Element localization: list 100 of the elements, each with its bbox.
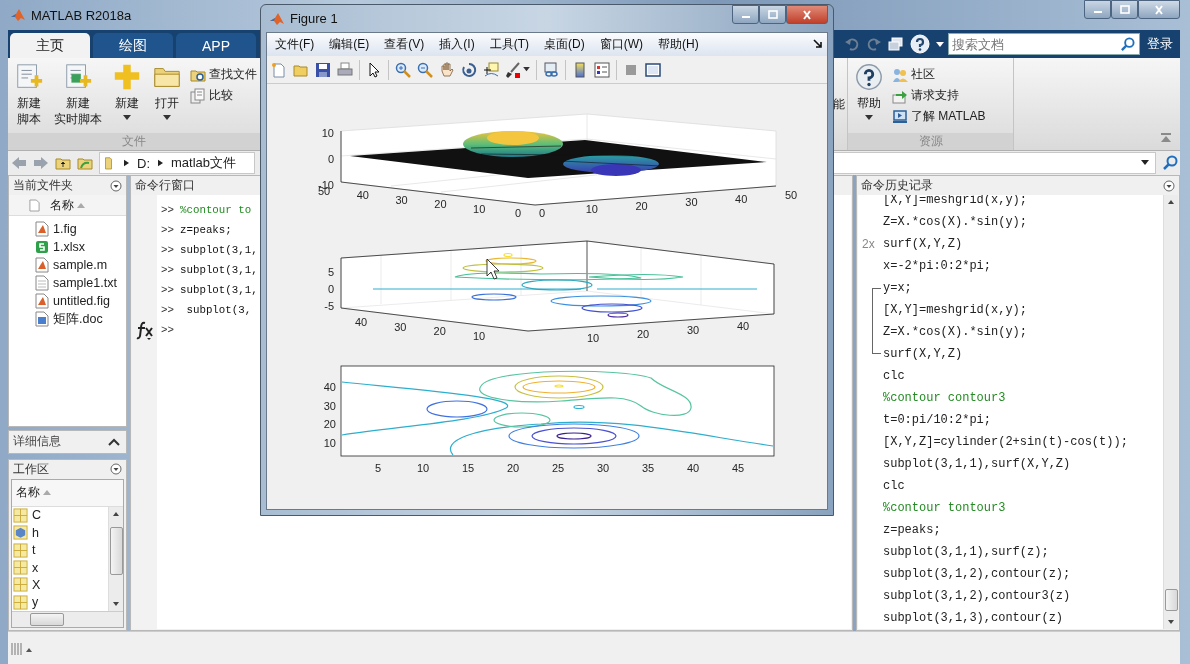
menu-item[interactable]: 帮助(H) bbox=[654, 35, 707, 53]
history-entry[interactable]: z=peaks; bbox=[883, 523, 941, 537]
ribbon-tab[interactable]: APP bbox=[176, 33, 256, 58]
history-entry[interactable]: subplot(3,1,2),contour3(z) bbox=[883, 589, 1071, 603]
scrollbar[interactable] bbox=[108, 506, 123, 611]
variable-name[interactable]: h bbox=[32, 525, 39, 540]
file-name[interactable]: sample1.txt bbox=[53, 276, 117, 290]
rotate-icon[interactable] bbox=[461, 61, 477, 78]
column-header[interactable]: 名称 bbox=[16, 484, 40, 502]
undo-icon[interactable] bbox=[844, 36, 860, 52]
history-entry[interactable]: Z=X.*cos(X).*sin(y); bbox=[883, 215, 1028, 229]
pointer-icon[interactable] bbox=[366, 61, 382, 78]
history-entry[interactable]: [X,Y,Z]=cylinder(2+sin(t)-cos(t)); bbox=[883, 435, 1128, 449]
close-button[interactable] bbox=[1138, 0, 1180, 19]
legend-icon[interactable] bbox=[594, 61, 610, 78]
ribbon-tab[interactable]: 绘图 bbox=[93, 33, 173, 58]
support-button[interactable]: 请求支持 bbox=[890, 87, 988, 104]
browse-folder-icon[interactable] bbox=[77, 155, 93, 171]
search-icon[interactable] bbox=[1162, 155, 1178, 171]
panel-menu-icon[interactable] bbox=[110, 463, 122, 476]
arrow-up-icon[interactable] bbox=[113, 511, 119, 516]
new-button[interactable]: 新建 bbox=[108, 62, 146, 133]
save-icon[interactable] bbox=[315, 61, 331, 78]
file-name[interactable]: untitled.fig bbox=[53, 294, 110, 308]
variable-name[interactable]: C bbox=[32, 508, 42, 523]
scroll-thumb[interactable] bbox=[109, 526, 123, 575]
scroll-thumb[interactable] bbox=[1164, 589, 1178, 611]
collapse-icon[interactable] bbox=[1160, 132, 1172, 144]
help-button[interactable]: 帮助 bbox=[850, 62, 888, 133]
history-entry[interactable]: clc bbox=[883, 369, 905, 383]
new-script-button[interactable]: 新建 脚本 bbox=[10, 62, 48, 133]
menu-item[interactable]: 工具(T) bbox=[485, 35, 537, 53]
new-live-script-button[interactable]: 新建 实时脚本 bbox=[50, 62, 106, 133]
history-entry[interactable]: subplot(3,1,2),contour(z); bbox=[883, 567, 1071, 581]
history-entry[interactable]: clc bbox=[883, 479, 905, 493]
data-cursor-icon[interactable] bbox=[483, 61, 499, 78]
history-entry[interactable]: surf(X,Y,Z) bbox=[883, 237, 963, 251]
up-folder-icon[interactable] bbox=[55, 155, 71, 171]
colorbar-icon[interactable] bbox=[572, 61, 588, 78]
scrollbar[interactable] bbox=[1163, 195, 1178, 629]
menu-item[interactable]: 编辑(E) bbox=[325, 35, 378, 53]
path-segment[interactable]: matlab文件 bbox=[171, 154, 237, 172]
variable-name[interactable]: x bbox=[32, 560, 39, 575]
file-name[interactable]: sample.m bbox=[53, 258, 108, 272]
variable-name[interactable]: y bbox=[32, 595, 39, 610]
file-name[interactable]: 矩阵.doc bbox=[53, 310, 103, 328]
help-icon[interactable] bbox=[910, 34, 930, 54]
zoom-in-icon[interactable] bbox=[395, 61, 411, 78]
login-button[interactable]: 登录 bbox=[1140, 35, 1180, 53]
function-icon[interactable] bbox=[136, 320, 154, 340]
windows-icon[interactable] bbox=[888, 36, 904, 52]
zoom-out-icon[interactable] bbox=[417, 61, 433, 78]
link-icon[interactable] bbox=[543, 61, 559, 78]
variable-name[interactable]: t bbox=[32, 543, 36, 558]
ribbon-label[interactable]: 能 bbox=[833, 95, 845, 113]
variable-name[interactable]: X bbox=[32, 577, 41, 592]
redo-icon[interactable] bbox=[866, 36, 882, 52]
panel-menu-icon[interactable] bbox=[1163, 179, 1175, 192]
details-bar[interactable]: 详细信息 bbox=[8, 429, 127, 454]
panel-menu-icon[interactable] bbox=[110, 179, 122, 192]
arrow-down-icon[interactable] bbox=[113, 602, 119, 606]
history-entry[interactable]: %contour tontour3 bbox=[883, 501, 1006, 515]
ribbon-tab[interactable]: 主页 bbox=[10, 33, 90, 58]
expand-icon[interactable] bbox=[108, 437, 120, 446]
history-entry[interactable]: [X,Y]=meshgrid(x,y); bbox=[883, 195, 1028, 207]
learn-button[interactable]: 了解 MATLAB bbox=[890, 108, 988, 125]
history-entry[interactable]: y=x; bbox=[883, 281, 912, 295]
column-header[interactable]: 名称 bbox=[50, 196, 74, 214]
menu-item[interactable]: 文件(F) bbox=[271, 35, 323, 53]
close-button[interactable] bbox=[786, 5, 828, 24]
menu-item[interactable]: 桌面(D) bbox=[540, 35, 593, 53]
caret-icon[interactable] bbox=[523, 67, 530, 72]
find-button[interactable]: 查找文件 bbox=[188, 66, 259, 83]
scrollbar[interactable] bbox=[12, 611, 123, 627]
file-name[interactable]: 1.xlsx bbox=[53, 240, 85, 254]
history-entry[interactable]: subplot(3,1,1),surf(z); bbox=[883, 545, 1049, 559]
file-name[interactable]: 1.fig bbox=[53, 222, 77, 236]
minimize-button[interactable] bbox=[1084, 0, 1111, 19]
history-entry[interactable]: [X,Y]=meshgrid(x,y); bbox=[883, 303, 1028, 317]
dock-arrow-icon[interactable] bbox=[813, 39, 823, 49]
path-segment[interactable]: D: bbox=[137, 155, 150, 171]
arrow-up-icon[interactable] bbox=[1168, 200, 1174, 204]
arrow-down-icon[interactable] bbox=[1168, 620, 1174, 624]
community-button[interactable]: 社区 bbox=[890, 66, 988, 83]
hand-icon[interactable] bbox=[439, 61, 455, 78]
minimize-button[interactable] bbox=[732, 5, 759, 24]
maximize-button[interactable] bbox=[1111, 0, 1138, 19]
grip-icon[interactable] bbox=[10, 640, 34, 658]
menu-item[interactable]: 窗口(W) bbox=[595, 35, 651, 53]
path-field[interactable]: D: matlab文件 bbox=[99, 152, 255, 174]
brush-icon[interactable] bbox=[505, 61, 521, 78]
history-entry[interactable]: t=0:pi/10:2*pi; bbox=[883, 413, 992, 427]
history-entry[interactable]: subplot(3,1,1),surf(X,Y,Z) bbox=[883, 457, 1071, 471]
history-entry[interactable]: subplot(3,1,3),contour(z) bbox=[883, 611, 1064, 625]
compare-button[interactable]: 比较 bbox=[188, 87, 259, 104]
maximize-button[interactable] bbox=[759, 5, 786, 24]
history-entry[interactable]: surf(X,Y,Z) bbox=[883, 347, 963, 361]
history-entry[interactable]: x=-2*pi:0:2*pi; bbox=[883, 259, 992, 273]
open-button[interactable]: 打开 bbox=[148, 62, 186, 133]
menu-item[interactable]: 查看(V) bbox=[380, 35, 433, 53]
